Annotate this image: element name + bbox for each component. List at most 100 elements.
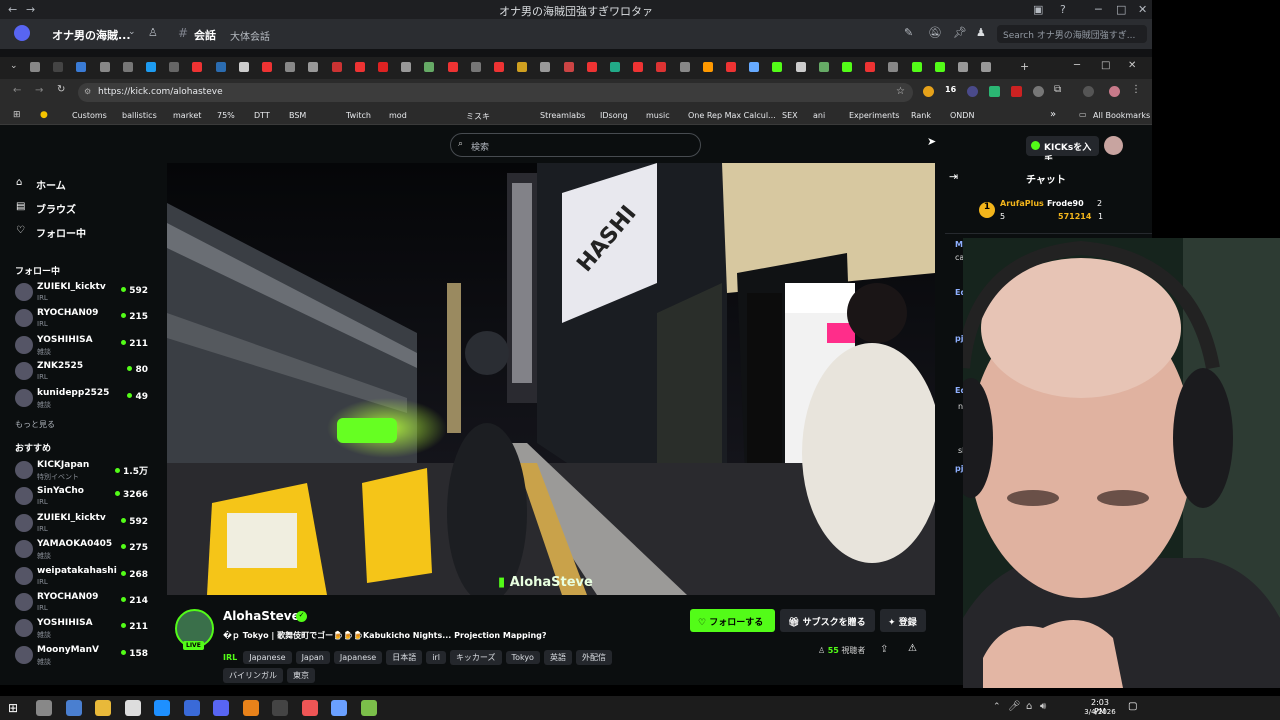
bookmark-item[interactable]: One Rep Max Calcul... xyxy=(688,111,776,120)
mute-icon[interactable]: 🔕︎ xyxy=(928,26,942,39)
collapse-chat-icon[interactable]: ⇥ xyxy=(949,170,958,183)
server-name[interactable]: オナ男の海賊... xyxy=(52,27,131,43)
sidebar-channel-item[interactable]: RYOCHAN09 IRL 214 xyxy=(0,591,160,617)
browser-maximize-icon[interactable]: □ xyxy=(1101,60,1110,71)
browser-tab-favicon[interactable] xyxy=(586,62,597,72)
gift-sub-button[interactable]: 🎁︎ サブスクを贈る xyxy=(780,609,875,632)
bookmark-item[interactable]: market xyxy=(173,111,201,120)
chevron-down-icon[interactable]: ⌄ xyxy=(128,27,136,37)
video-player[interactable]: HASHI ▮ AlohaSteve xyxy=(167,163,935,595)
follow-button[interactable]: ♡ フォローする xyxy=(690,609,775,632)
browser-tab-favicon[interactable] xyxy=(610,62,620,72)
inbox-icon[interactable]: ▣ xyxy=(1033,3,1043,16)
network-icon[interactable]: ⌂ xyxy=(1026,701,1032,712)
browser-tab-favicon[interactable] xyxy=(958,62,968,72)
browser-tab-favicon[interactable] xyxy=(563,62,574,72)
notifications-icon[interactable]: ▢ xyxy=(1128,701,1137,712)
sidebar-channel-item[interactable]: YOSHIHISA 雑談 211 xyxy=(0,617,160,643)
bookmark-item[interactable]: Rank xyxy=(911,111,931,120)
browser-tab-favicon[interactable] xyxy=(331,62,342,72)
bookmark-item[interactable]: music xyxy=(646,111,670,120)
add-friend-icon[interactable]: ♙ xyxy=(148,26,158,39)
taskbar-app-icon[interactable] xyxy=(124,700,141,716)
bookmark-item[interactable]: Twitch xyxy=(346,111,371,120)
reload-icon[interactable]: ↻ xyxy=(57,84,65,95)
browser-tab-favicon[interactable] xyxy=(795,62,806,72)
browser-tab-favicon[interactable] xyxy=(192,62,203,72)
bookmark-item[interactable]: Customs xyxy=(72,111,107,120)
browser-tab-favicon[interactable] xyxy=(865,62,876,72)
members-icon[interactable]: ♟ xyxy=(976,26,986,39)
sidebar-channel-item[interactable]: weipatakahashi IRL 268 xyxy=(0,565,160,591)
browser-tab-favicon[interactable] xyxy=(215,62,226,72)
taskbar-app-icon[interactable] xyxy=(360,700,377,716)
browser-tab-favicon[interactable] xyxy=(633,62,644,72)
taskbar-app-icon[interactable] xyxy=(301,700,318,716)
browser-tab-favicon[interactable] xyxy=(146,62,156,72)
clock-date[interactable]: 3/4/2026 xyxy=(1084,708,1116,716)
browser-tab-favicon[interactable] xyxy=(772,62,783,72)
browser-tab-favicon[interactable] xyxy=(934,62,945,72)
extension-16-icon[interactable]: 16 xyxy=(945,85,956,94)
bookmark-item[interactable]: 75% xyxy=(217,111,235,120)
sidebar-channel-item[interactable]: ZUIEKI_kicktv IRL 592 xyxy=(0,281,160,307)
bookmark-item[interactable]: SEX xyxy=(782,111,798,120)
browser-tab-favicon[interactable] xyxy=(818,62,829,72)
sidebar-channel-item[interactable]: YAMAOKA0405 雑談 275 xyxy=(0,538,160,564)
browser-tab-favicon[interactable] xyxy=(122,62,133,72)
stream-tag[interactable]: 東京 xyxy=(287,668,315,683)
user-avatar[interactable] xyxy=(1104,136,1123,155)
browser-tab-favicon[interactable] xyxy=(169,62,180,72)
bookmark-item[interactable]: mod xyxy=(389,111,407,120)
volume-icon[interactable]: 🔊︎ xyxy=(1040,701,1046,712)
taskbar-app-icon[interactable] xyxy=(331,700,347,716)
taskbar-app-icon[interactable] xyxy=(183,700,200,716)
discord-search-input[interactable]: Search オナ男の海賊団強すぎ... xyxy=(997,25,1147,43)
browser-tab-favicon[interactable] xyxy=(888,62,899,72)
get-kicks-button[interactable]: KICKsを入手 xyxy=(1026,136,1099,166)
stream-tag[interactable]: バイリンガル xyxy=(223,668,283,683)
taskbar-app-icon[interactable] xyxy=(65,700,82,716)
sidebar-channel-item[interactable]: KICKJapan 特別イベント 1.5万 xyxy=(0,459,160,485)
minimize-icon[interactable]: ─ xyxy=(1095,3,1102,16)
browser-tab-favicon[interactable] xyxy=(749,62,760,72)
profile-avatar[interactable] xyxy=(1083,86,1094,97)
bookmark-item[interactable]: ミスキ xyxy=(466,111,490,122)
taskbar-app-icon[interactable] xyxy=(272,700,288,716)
browser-tab-favicon[interactable] xyxy=(354,62,365,72)
taskbar-app-icon[interactable] xyxy=(36,700,52,716)
taskbar-app-icon[interactable] xyxy=(213,700,229,716)
nav-browse[interactable]: ブラウズ xyxy=(36,201,76,216)
new-tab-icon[interactable]: + xyxy=(1020,60,1029,73)
nav-home[interactable]: ホーム xyxy=(36,177,66,192)
bookmark-item[interactable]: Streamlabs xyxy=(540,111,585,120)
help-icon[interactable]: ? xyxy=(1060,3,1066,16)
bookmark-item[interactable]: ONDN xyxy=(950,111,974,120)
browser-tab-favicon[interactable] xyxy=(424,62,435,72)
browser-minimize-icon[interactable]: ─ xyxy=(1074,60,1080,71)
taskbar-app-icon[interactable] xyxy=(242,700,259,716)
site-info-icon[interactable]: ⚙ xyxy=(84,87,91,96)
url-bar[interactable]: ⚙ https://kick.com/alohasteve ☆ xyxy=(78,83,913,102)
discord-logo-icon[interactable] xyxy=(14,25,30,41)
nav-back-icon[interactable]: ← xyxy=(13,85,21,96)
bookmark-item[interactable]: BSM xyxy=(289,111,306,120)
extension-icon[interactable] xyxy=(923,86,934,97)
browser-tab-favicon[interactable] xyxy=(308,62,319,72)
browser-tab-favicon[interactable] xyxy=(76,62,87,72)
bookmarks-overflow-icon[interactable]: » xyxy=(1050,109,1056,120)
extension-icon-5[interactable] xyxy=(1033,86,1044,97)
taskbar-app-icon[interactable] xyxy=(154,700,170,716)
bookmark-item[interactable]: DTT xyxy=(254,111,270,120)
browser-menu-icon[interactable]: ⋮ xyxy=(1131,84,1141,95)
browser-tab-favicon[interactable] xyxy=(540,62,551,72)
tray-chevron-icon[interactable]: ⌃ xyxy=(993,702,1001,712)
all-bookmarks[interactable]: All Bookmarks xyxy=(1093,111,1150,120)
share-icon[interactable]: ⇪ xyxy=(880,644,888,655)
pin-icon[interactable]: 📌︎ xyxy=(953,26,967,39)
sidebar-channel-item[interactable]: kunidepp2525 雑談 49 xyxy=(0,387,160,413)
kick-search-input[interactable]: ⌕ 検索 xyxy=(450,133,701,157)
browser-tab-favicon[interactable] xyxy=(378,62,388,72)
browser-tab-favicon[interactable] xyxy=(702,62,713,72)
bookmark-item[interactable]: ballistics xyxy=(122,111,157,120)
